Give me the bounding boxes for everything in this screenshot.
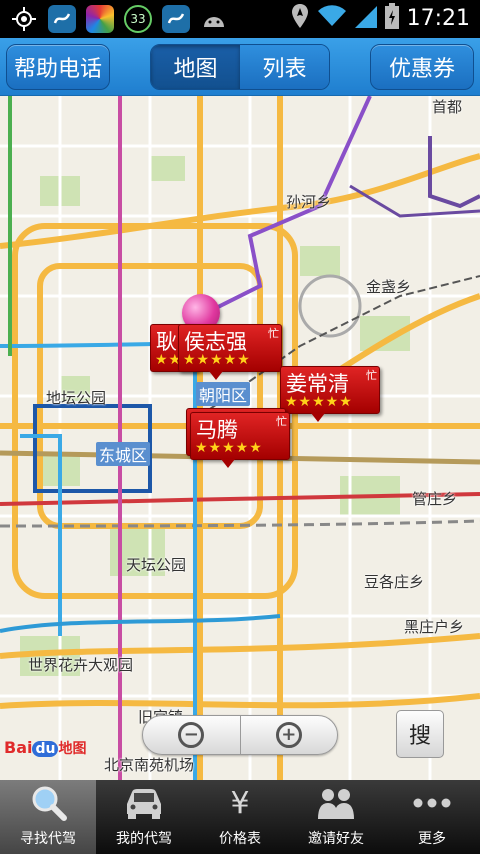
busy-badge: 忙 (276, 415, 287, 428)
bottom-nav: 寻找代驾 我的代驾 ¥ 价格表 邀请好友 更多 (0, 780, 480, 854)
map-view[interactable]: 首都 孙河乡 金盏乡 地坛公园 朝阳区 东城区 管庄乡 天坛公园 豆各庄乡 黑庄… (0, 96, 480, 780)
place-label: 北京南苑机场 (104, 756, 195, 774)
gps-icon (10, 5, 38, 33)
driver-marker[interactable]: 马腾 忙 ★★★★★ (190, 412, 290, 468)
place-label: 黑庄户乡 (404, 618, 465, 636)
tab-map[interactable]: 地图 (151, 45, 240, 89)
android-icon (200, 5, 228, 33)
status-bar: 33 17:21 (0, 0, 480, 38)
car-icon (123, 784, 165, 822)
nav-more[interactable]: 更多 (384, 780, 480, 854)
location-pin-icon (291, 3, 309, 33)
color-app-icon (86, 5, 114, 33)
driver-marker[interactable]: 侯志强 忙 ★★★★★ (178, 324, 282, 380)
nav-label: 邀请好友 (308, 831, 364, 847)
clock: 17:21 (406, 5, 470, 31)
friends-icon (315, 784, 357, 822)
zoom-control: − + (142, 715, 338, 755)
system-status: 17:21 (291, 3, 470, 33)
place-label: 首都 (432, 98, 463, 116)
yen-icon: ¥ (230, 785, 250, 821)
busy-badge: 忙 (366, 369, 377, 382)
help-phone-button[interactable]: 帮助电话 (6, 44, 110, 90)
nav-label: 更多 (418, 831, 446, 847)
place-label: 管庄乡 (412, 490, 458, 508)
more-icon (411, 784, 453, 822)
count-badge-icon: 33 (124, 5, 152, 33)
baidu-logo-ditu: 地图 (58, 741, 87, 757)
count-badge-value: 33 (130, 12, 146, 26)
zoom-in-button[interactable]: + (241, 716, 338, 754)
nav-label: 价格表 (219, 831, 261, 847)
top-toolbar: 帮助电话 地图 列表 优惠券 (0, 38, 480, 96)
district-label: 朝阳区 (196, 382, 251, 406)
search-icon (27, 784, 69, 822)
battery-icon (384, 3, 399, 33)
driver-marker[interactable]: 姜常清 忙 ★★★★★ (280, 366, 380, 422)
baidu-logo-bai: Bai (4, 738, 33, 757)
nav-invite-friends[interactable]: 邀请好友 (288, 780, 384, 854)
marker-tail (221, 459, 235, 468)
marker-tail (209, 371, 223, 380)
app-notification-icon (48, 5, 76, 33)
driver-rating: ★★★★★ (195, 440, 263, 456)
baidu-map-logo: Bai du 地图 (4, 738, 86, 758)
nav-find-driver[interactable]: 寻找代驾 (0, 780, 96, 854)
tab-list[interactable]: 列表 (240, 45, 329, 89)
map-search-button[interactable]: 搜 (396, 710, 444, 758)
place-label: 金盏乡 (366, 278, 412, 296)
driver-rating: ★★★★★ (183, 352, 251, 368)
app-notification-icon-2 (162, 5, 190, 33)
place-label: 天坛公园 (126, 556, 187, 574)
zoom-out-icon: − (178, 722, 205, 748)
zoom-out-button[interactable]: − (143, 716, 240, 754)
zoom-in-icon: + (275, 722, 302, 748)
marker-tail (311, 413, 325, 422)
nav-my-driver[interactable]: 我的代驾 (96, 780, 192, 854)
place-label: 地坛公园 (46, 389, 107, 407)
place-label: 世界花卉大观园 (28, 656, 134, 674)
wifi-icon (317, 4, 347, 32)
driver-rating: ★★★★★ (285, 394, 353, 410)
nav-label: 寻找代驾 (20, 831, 76, 847)
notification-icons: 33 (10, 5, 228, 33)
place-label: 豆各庄乡 (364, 573, 425, 591)
nav-label: 我的代驾 (116, 831, 172, 847)
nav-price-list[interactable]: ¥ 价格表 (192, 780, 288, 854)
busy-badge: 忙 (268, 327, 279, 340)
baidu-logo-du: du (32, 741, 59, 757)
district-label: 东城区 (96, 442, 151, 466)
app-screen: 33 17:21 帮助电话 地图 列表 优惠券 首都 孙河乡 金盏乡 地坛公园 … (0, 0, 480, 854)
place-label: 孙河乡 (286, 193, 332, 211)
coupon-button[interactable]: 优惠券 (370, 44, 474, 90)
view-toggle: 地图 列表 (150, 44, 330, 90)
signal-icon (354, 4, 377, 32)
